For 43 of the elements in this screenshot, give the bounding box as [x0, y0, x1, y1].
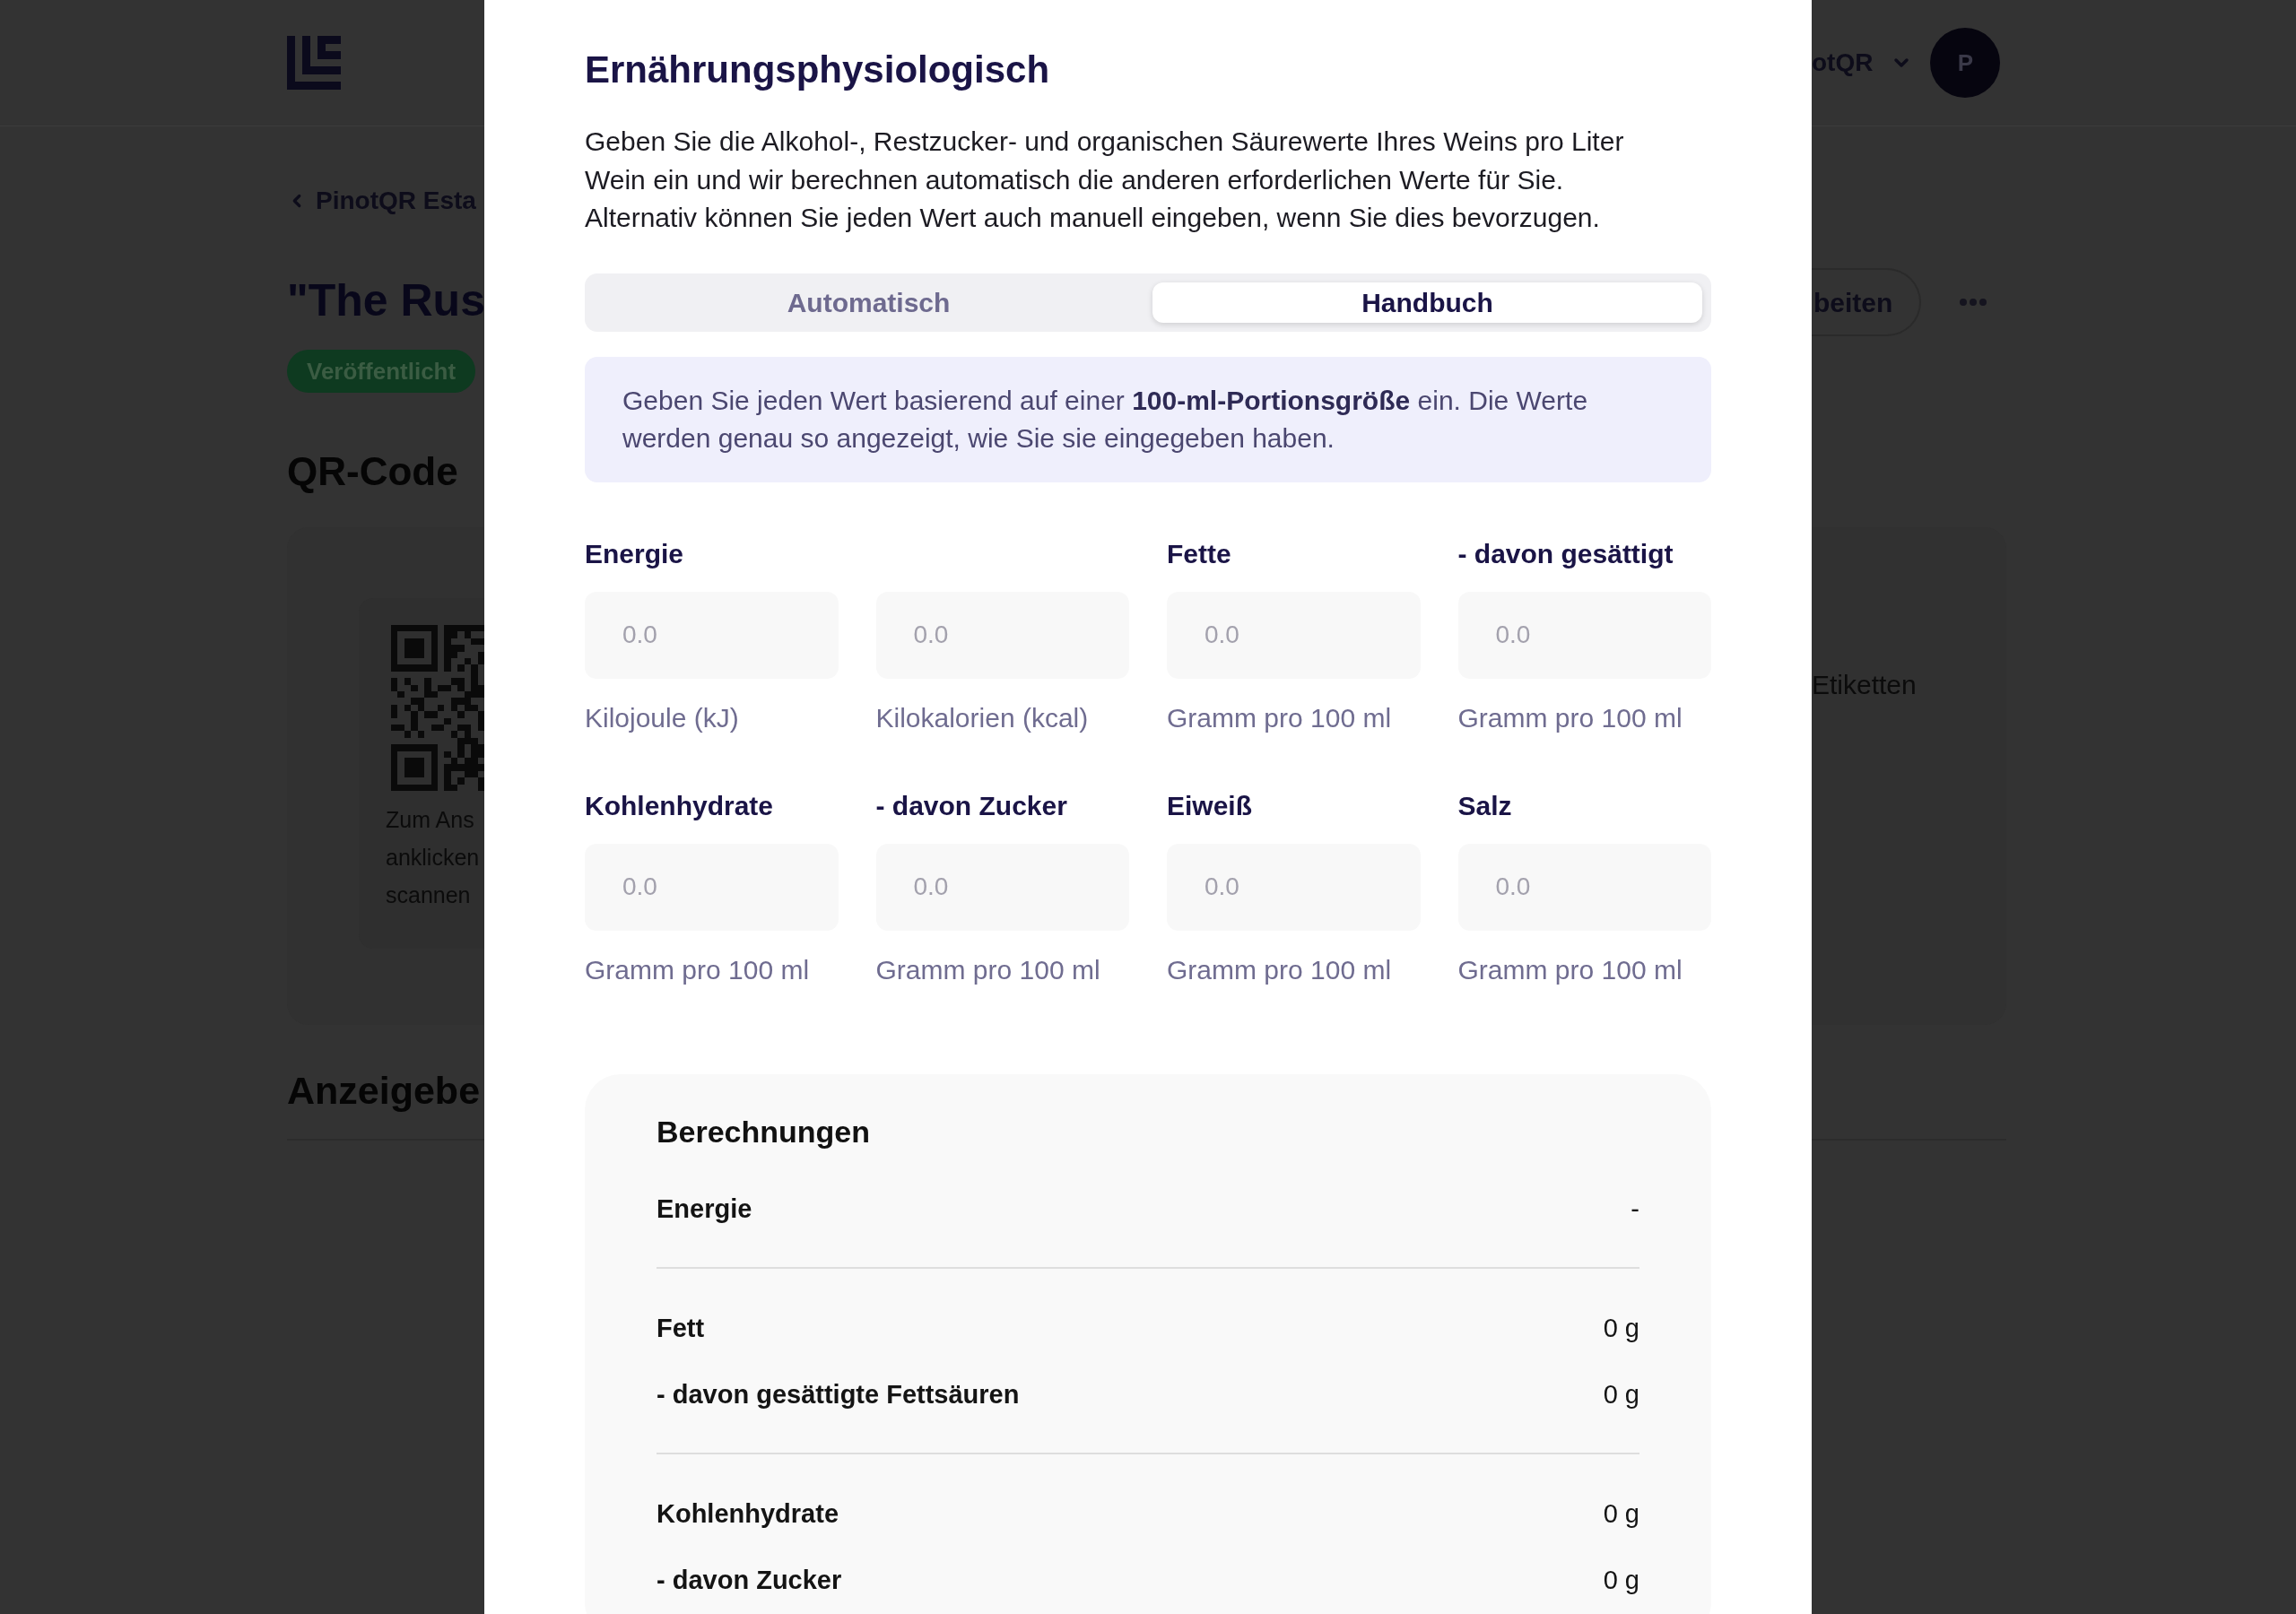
calculations-title: Berechnungen	[657, 1113, 872, 1150]
modal-title: Ernährungsphysiologisch	[585, 50, 1051, 90]
field-label: Energie	[585, 537, 685, 570]
unit-hint: Gramm pro 100 ml	[875, 953, 1101, 986]
calc-value: 0 g	[1603, 1378, 1639, 1410]
mode-tab[interactable]: Handbuch	[1152, 282, 1702, 323]
number-field[interactable]: 0.0	[1457, 843, 1711, 931]
calc-label: Fett	[657, 1312, 705, 1344]
mode-tab[interactable]: Automatisch	[594, 282, 1144, 323]
unit-hint: Gramm pro 100 ml	[585, 953, 811, 986]
info-text: Geben Sie jeden Wert basierend auf einer 100-ml-Portionsgröße ein. Die Werte werden genau so angezeigt, wie Sie sie eingegeben haben.	[622, 384, 1589, 455]
unit-hint: Gramm pro 100 ml	[1167, 701, 1393, 734]
field-label: - davon Zucker	[875, 789, 1068, 822]
unit-hint: Kilokalorien (kcal)	[875, 701, 1090, 734]
number-field[interactable]: 0.0	[1457, 591, 1711, 679]
calc-label: Kohlenhydrate	[657, 1497, 839, 1530]
calc-label: - davon gesättigte Fettsäuren	[657, 1378, 1020, 1410]
calc-value: 0 g	[1603, 1497, 1639, 1530]
calc-label: Energie	[657, 1193, 752, 1225]
more-icon[interactable]	[1960, 299, 1987, 306]
field-label: Kohlenhydrate	[585, 789, 775, 822]
number-field[interactable]: 0.0	[585, 843, 839, 931]
number-field[interactable]: 0.0	[875, 843, 1129, 931]
qr-code-icon	[391, 625, 484, 791]
field-label: Eiweiß	[1167, 789, 1254, 822]
calc-label: - davon Zucker	[657, 1564, 842, 1596]
unit-hint: Gramm pro 100 ml	[1457, 953, 1683, 986]
calc-value: 0 g	[1603, 1312, 1639, 1344]
modal-description: Geben Sie die Alkohol-, Restzucker- und organischen Säurewerte Ihres Weins pro Liter Wein ein und wir berechnen automatisch die anderen erforderlichen Werte für Sie. Alternativ können Sie jeden Wert auch manuell eingeben, wenn Sie dies bevorzugen.	[585, 126, 1625, 234]
field-label: - davon gesättigt	[1457, 537, 1674, 570]
calc-value: -	[1631, 1193, 1639, 1225]
number-field[interactable]: 0.0	[1167, 843, 1421, 931]
number-field[interactable]: 0.0	[1167, 591, 1421, 679]
unit-hint: Gramm pro 100 ml	[1457, 701, 1683, 734]
field-label: Salz	[1457, 789, 1513, 822]
logo-icon[interactable]	[287, 36, 341, 90]
field-label: Fette	[1167, 537, 1232, 570]
calc-value: 0 g	[1603, 1564, 1639, 1596]
unit-hint: Gramm pro 100 ml	[1167, 953, 1393, 986]
unit-hint: Kilojoule (kJ)	[585, 701, 740, 734]
number-field[interactable]: 0.0	[585, 591, 839, 679]
number-field[interactable]: 0.0	[875, 591, 1129, 679]
avatar[interactable]: P	[1930, 28, 2001, 98]
